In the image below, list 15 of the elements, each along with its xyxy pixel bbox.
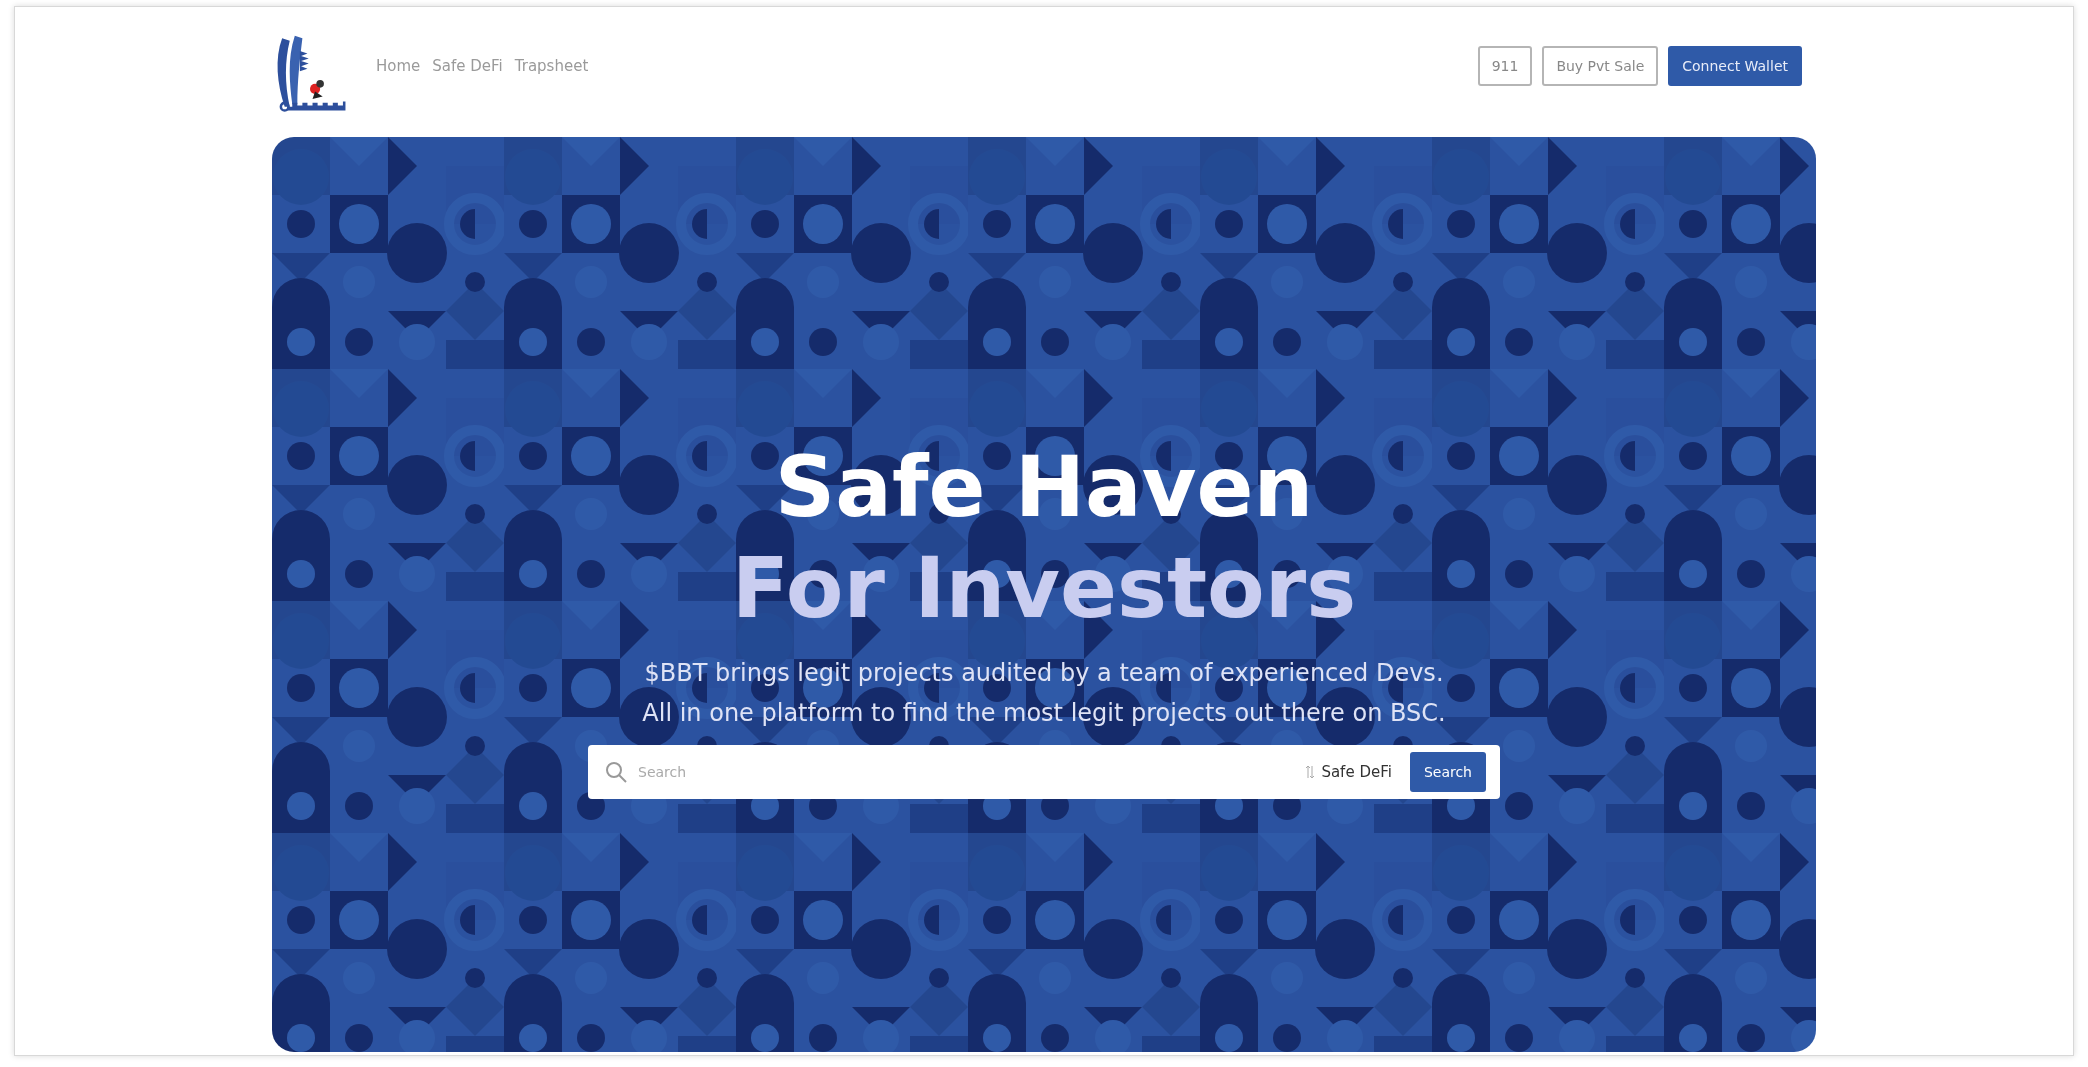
search-icon [604, 759, 628, 784]
nav-link[interactable]: Home [376, 57, 421, 75]
header-button[interactable]: Buy Pvt Sale [1542, 46, 1659, 86]
filter-dropdown[interactable]: Safe DeFi [1305, 762, 1392, 781]
header-button[interactable]: 911 [1477, 46, 1533, 86]
header-button[interactable]: Connect Wallet [1668, 46, 1802, 86]
hero-subtitle: All in one platform to find the most legit projects out there on BSC. [642, 697, 1446, 729]
hero-title: For Investors [731, 537, 1357, 639]
hero-subtitle: $BBT brings legit projects audited by a team of experienced Devs. [644, 657, 1444, 689]
sort-arrows-icon [1305, 764, 1316, 779]
nav-link[interactable]: Trapsheet [514, 57, 589, 75]
hero-title: Safe Haven [774, 437, 1314, 538]
nav-link[interactable]: Safe DeFi [432, 57, 503, 75]
search-button[interactable]: Search [1409, 751, 1486, 792]
filter-label: Safe DeFi [1321, 762, 1392, 781]
